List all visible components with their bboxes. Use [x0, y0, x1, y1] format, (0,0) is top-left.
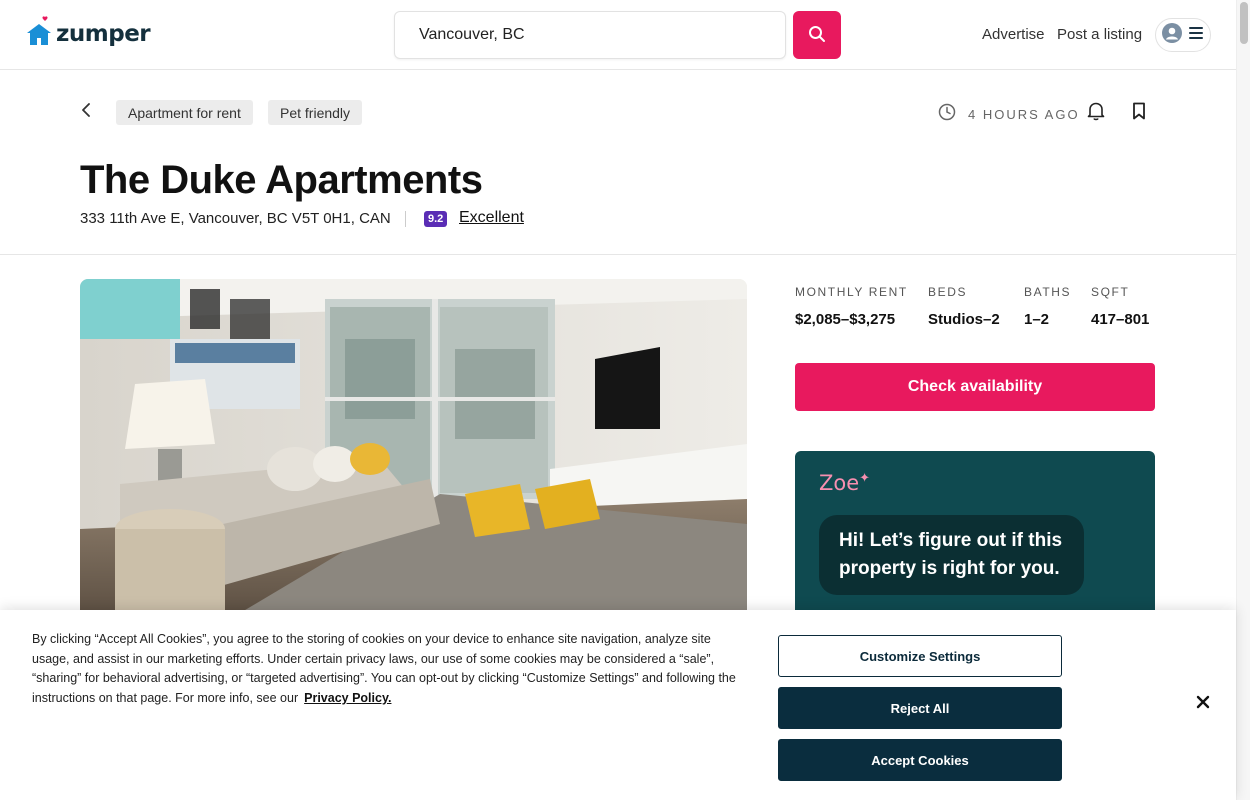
hamburger-icon — [1188, 26, 1204, 45]
accept-cookies-button[interactable]: Accept Cookies — [778, 739, 1062, 781]
search-input[interactable] — [419, 26, 759, 44]
stat-label-sqft: SQFT — [1091, 285, 1130, 299]
privacy-policy-link[interactable]: Privacy Policy. — [304, 691, 391, 705]
cookie-text: By clicking “Accept All Cookies”, you ag… — [32, 630, 747, 708]
alert-button[interactable] — [1085, 102, 1107, 124]
stat-value-baths: 1–2 — [1024, 311, 1050, 328]
rating-badge: 9.2 — [424, 211, 448, 227]
brand-name: zumper — [56, 20, 151, 47]
stat-label-beds: BEDS — [928, 285, 968, 299]
listing-address: 333 11th Ave E, Vancouver, BC V5T 0H1, C… — [80, 210, 391, 227]
clock-icon — [938, 103, 956, 126]
customize-settings-button[interactable]: Customize Settings — [778, 635, 1062, 677]
back-button[interactable] — [80, 100, 100, 124]
zumper-logo[interactable]: zumper — [26, 16, 151, 51]
posted-time: 4 HOURS AGO — [938, 103, 1080, 126]
save-button[interactable] — [1128, 102, 1150, 124]
scrollbar-thumb[interactable] — [1240, 2, 1248, 44]
avatar-icon — [1162, 22, 1182, 48]
listing-title: The Duke Apartments — [80, 158, 483, 202]
stat-value-sqft: 417–801 — [1091, 311, 1150, 328]
address-divider — [405, 211, 406, 227]
cookie-banner: By clicking “Accept All Cookies”, you ag… — [0, 610, 1236, 800]
stat-value-beds: Studios–2 — [928, 311, 1000, 328]
close-banner-button[interactable] — [1191, 692, 1215, 716]
check-availability-button[interactable]: Check availability — [795, 363, 1155, 411]
reject-all-button[interactable]: Reject All — [778, 687, 1062, 729]
stat-value-rent: $2,085–$3,275 — [795, 311, 896, 328]
nav-post-listing[interactable]: Post a listing — [1057, 26, 1142, 43]
search-icon — [808, 25, 826, 46]
close-icon — [1196, 695, 1210, 714]
posted-time-label: 4 HOURS AGO — [968, 107, 1080, 122]
tag-pet-friendly[interactable]: Pet friendly — [268, 100, 363, 125]
zoe-assistant-card[interactable]: Zoe✦ Hi! Let’s figure out if this proper… — [795, 451, 1155, 621]
search-box[interactable] — [394, 11, 786, 59]
tag-apartment-for-rent[interactable]: Apartment for rent — [116, 100, 253, 125]
stat-label-rent: MONTHLY RENT — [795, 285, 908, 299]
house-heart-icon — [26, 16, 52, 51]
stat-label-baths: BATHS — [1024, 285, 1072, 299]
page-scrollbar[interactable] — [1236, 0, 1250, 800]
zoe-logo: Zoe✦ — [819, 471, 870, 495]
user-menu-button[interactable] — [1155, 18, 1211, 52]
chevron-left-icon — [80, 102, 92, 122]
zoe-message: Hi! Let’s figure out if this property is… — [819, 515, 1084, 595]
nav-advertise[interactable]: Advertise — [982, 26, 1045, 43]
sparkle-icon: ✦ — [859, 471, 871, 486]
site-header: zumper Advertise Post a listing — [0, 0, 1236, 70]
zoe-name: Zoe — [819, 471, 860, 495]
bell-icon — [1087, 101, 1105, 126]
listing-photo[interactable] — [80, 279, 747, 619]
rating-link[interactable]: Excellent — [459, 209, 524, 227]
section-divider — [0, 254, 1236, 255]
search-button[interactable] — [793, 11, 841, 59]
bookmark-icon — [1132, 102, 1146, 125]
